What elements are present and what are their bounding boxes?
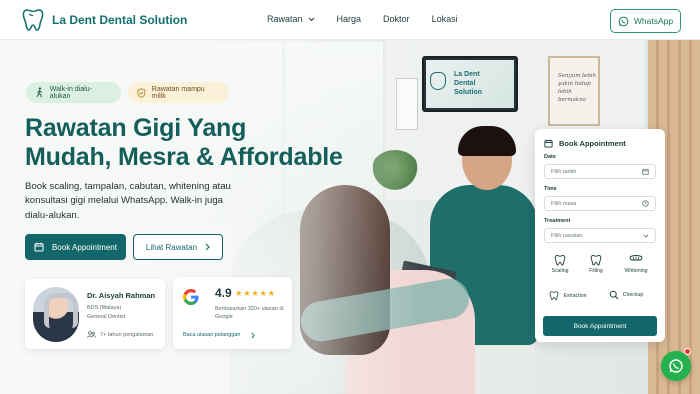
whatsapp-icon bbox=[669, 359, 683, 373]
treatment-select[interactable]: Pilih rawatan bbox=[544, 228, 656, 243]
calendar-icon bbox=[642, 168, 649, 175]
frame-quote: Senyum lebih yakin hidup lebih bermakna bbox=[558, 73, 597, 103]
calendar-icon bbox=[34, 242, 44, 252]
doctor-name: Dr. Aisyah Rahman bbox=[87, 291, 156, 300]
nav-item-rawatan[interactable]: Rawatan bbox=[267, 14, 315, 24]
brand[interactable]: La Dent Dental Solution bbox=[22, 8, 187, 32]
tooth-logo-icon bbox=[22, 9, 44, 31]
chevron-down-icon bbox=[643, 233, 649, 238]
read-reviews-link[interactable]: Baca ulasan pelanggan bbox=[183, 332, 255, 339]
nav-item-doktor[interactable]: Doktor bbox=[383, 14, 410, 24]
date-label: Date bbox=[544, 154, 556, 160]
hero-title: Rawatan Gigi Yang Mudah, Mesra & Afforda… bbox=[25, 114, 385, 172]
book-appointment-label: Book Appointment bbox=[52, 242, 117, 252]
chevron-down-icon bbox=[308, 17, 314, 21]
calendar-icon bbox=[544, 139, 553, 148]
teeth-icon bbox=[629, 255, 643, 261]
tooth-sparkle-icon bbox=[554, 255, 566, 266]
navbar: La Dent Dental Solution Rawatan Harga Do… bbox=[0, 0, 700, 40]
clinic-tv: La Dent Dental Solution bbox=[422, 56, 518, 112]
booking-panel: Book Appointment Date Pilih tarikh Time … bbox=[535, 129, 665, 342]
walk-in-badge-label: Walk-in dialu-alukan bbox=[49, 85, 92, 100]
view-treatments-label: Lihat Rawatan bbox=[145, 242, 198, 252]
service-label: Scaling bbox=[551, 268, 569, 274]
shield-check-icon bbox=[137, 87, 146, 98]
doctor-experience: 7+ tahun pengalaman bbox=[87, 331, 153, 338]
hero-description: Book scaling, tampalan, cabutan, whiteni… bbox=[25, 181, 231, 221]
google-logo-icon bbox=[183, 289, 199, 305]
read-reviews-label: Baca ulasan pelanggan bbox=[183, 332, 241, 338]
service-scaling[interactable]: Scaling bbox=[543, 252, 577, 282]
book-appointment-button[interactable]: Book Appointment bbox=[25, 234, 126, 260]
chevron-right-icon bbox=[205, 243, 210, 251]
clock-icon bbox=[642, 200, 649, 207]
rating-stars: ★★★★★ bbox=[235, 288, 276, 298]
view-treatments-button[interactable]: Lihat Rawatan bbox=[133, 234, 223, 260]
users-icon bbox=[87, 331, 96, 338]
wall-frame: Senyum lebih yakin hidup lebih bermakna bbox=[548, 56, 600, 126]
booking-submit-button[interactable]: Book Appointment bbox=[543, 316, 657, 336]
notification-dot bbox=[684, 348, 691, 355]
affordable-badge: Rawatan mampu milik bbox=[128, 82, 229, 103]
nav-item-lokasi[interactable]: Lokasi bbox=[432, 14, 458, 24]
treatment-label: Treatment bbox=[544, 218, 571, 224]
tooth-icon bbox=[590, 255, 602, 266]
hero-title-line2: Mudah, Mesra & Affordable bbox=[25, 143, 343, 171]
doctor-card: Dr. Aisyah Rahman BDS (Malaya) General D… bbox=[25, 279, 165, 349]
service-filling[interactable]: Filling bbox=[579, 252, 613, 282]
magnifier-icon bbox=[609, 290, 619, 300]
whatsapp-icon bbox=[618, 16, 629, 26]
walk-in-badge: Walk-in dialu-alukan bbox=[26, 82, 121, 103]
chevron-right-icon bbox=[250, 332, 255, 339]
service-label: Extraction bbox=[563, 292, 587, 299]
booking-title-text: Book Appointment bbox=[559, 139, 626, 148]
whatsapp-floating-button[interactable] bbox=[661, 351, 691, 381]
tv-logo-text: La Dent Dental Solution bbox=[454, 71, 482, 96]
affordable-badge-label: Rawatan mampu milik bbox=[151, 85, 205, 100]
time-label: Time bbox=[544, 186, 557, 192]
time-field[interactable]: Pilih masa bbox=[544, 196, 656, 211]
doctor-role: General Dentist bbox=[87, 314, 126, 320]
whatsapp-button-label: WhatsApp bbox=[633, 16, 674, 26]
service-label: Filling bbox=[589, 268, 603, 274]
walking-person-icon bbox=[36, 87, 43, 98]
tooth-extraction-icon bbox=[550, 291, 559, 301]
hero-title-line1: Rawatan Gigi Yang bbox=[25, 114, 247, 142]
main-menu: Rawatan Harga Doktor Lokasi bbox=[267, 14, 458, 24]
brand-name: La Dent Dental Solution bbox=[52, 13, 188, 27]
service-checkup[interactable]: Checkup bbox=[601, 286, 651, 316]
booking-panel-title: Book Appointment bbox=[544, 139, 626, 148]
doctor-experience-text: 7+ tahun pengalaman bbox=[100, 331, 154, 338]
doctor-credentials: BDS (Malaya) General Dentist bbox=[87, 304, 125, 322]
whatsapp-button[interactable]: WhatsApp bbox=[610, 9, 681, 33]
date-field[interactable]: Pilih tarikh bbox=[544, 164, 656, 179]
doctor-avatar bbox=[33, 287, 79, 342]
time-placeholder: Pilih masa bbox=[551, 200, 577, 207]
nav-item-label: Rawatan bbox=[267, 14, 303, 24]
service-label: Checkup bbox=[622, 292, 644, 298]
treatment-placeholder: Pilih rawatan bbox=[551, 232, 583, 239]
google-rating-card: 4.9 ★★★★★ Berdasarkan 320+ ulasan di Goo… bbox=[173, 277, 292, 349]
nav-item-harga[interactable]: Harga bbox=[337, 14, 362, 24]
doctor-qualification: BDS (Malaya) bbox=[87, 305, 122, 311]
rating-subtitle: Berdasarkan 320+ ulasan di Google bbox=[215, 306, 284, 320]
service-label: Whitening bbox=[624, 268, 648, 274]
service-whitening[interactable]: Whitening bbox=[619, 252, 653, 282]
date-placeholder: Pilih tarikh bbox=[551, 168, 577, 175]
rating-score: 4.9 bbox=[215, 286, 232, 300]
service-extraction[interactable]: Extraction bbox=[543, 286, 593, 316]
